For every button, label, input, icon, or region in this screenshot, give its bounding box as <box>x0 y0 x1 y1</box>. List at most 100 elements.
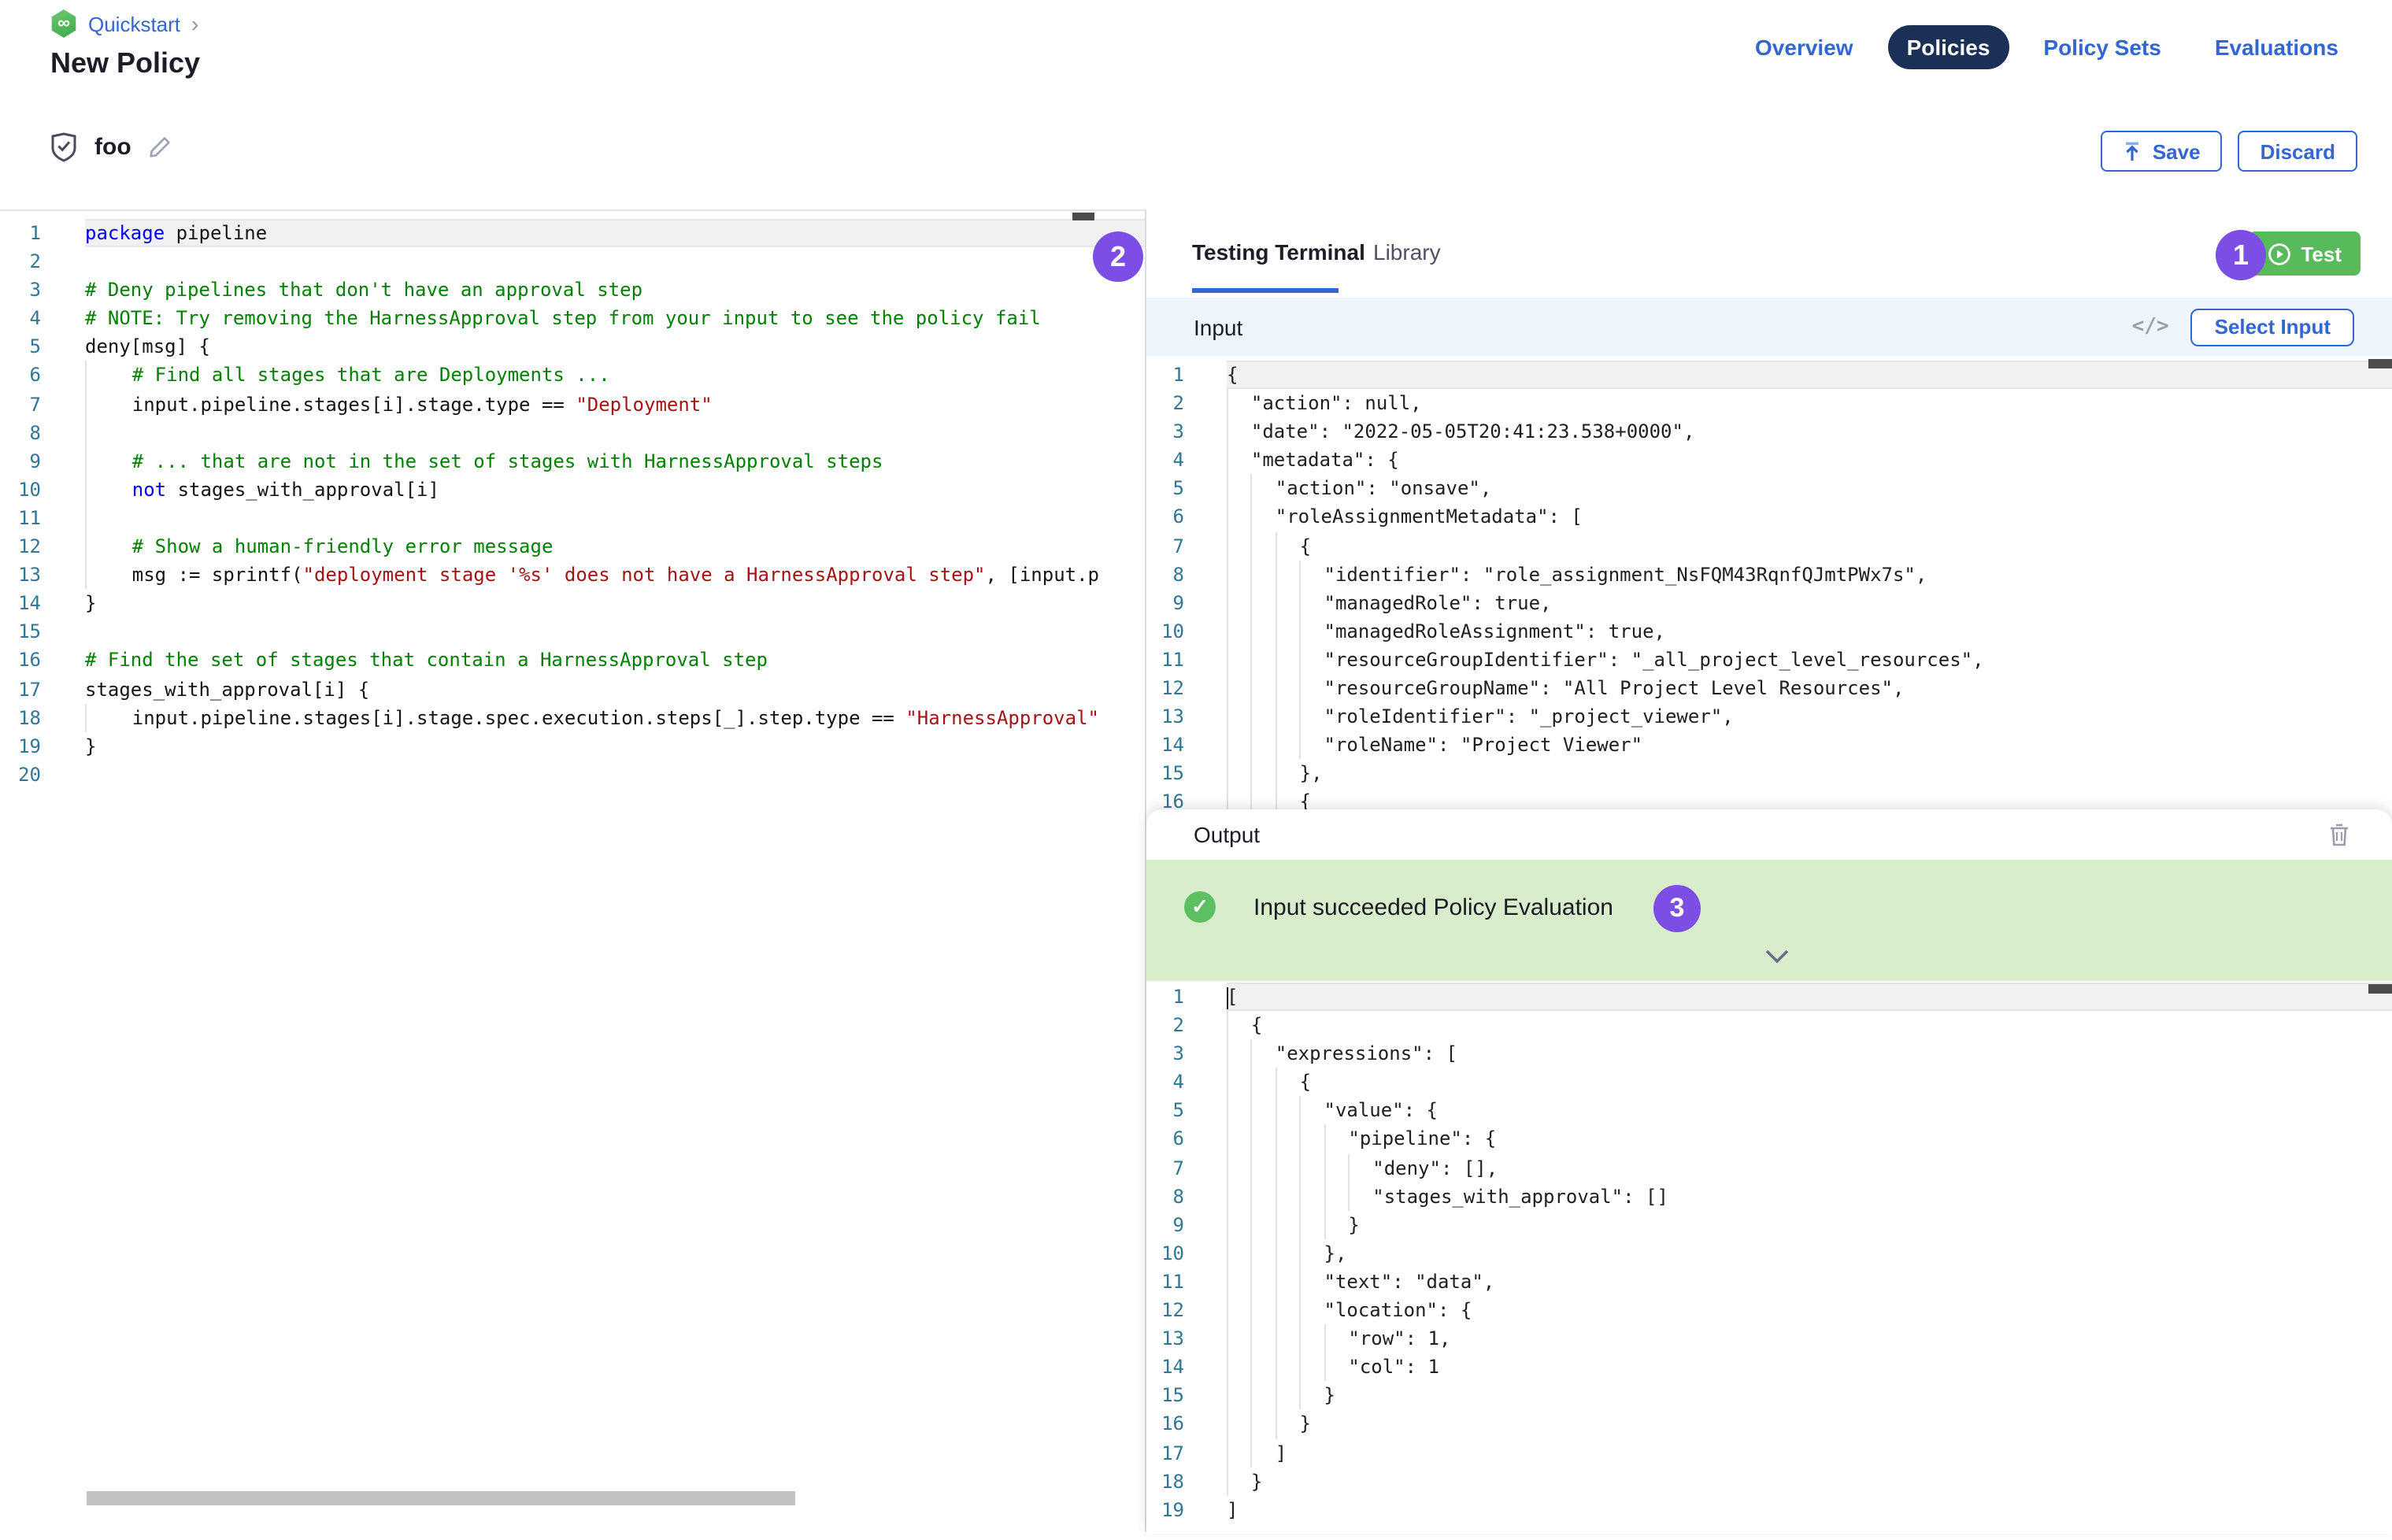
indent-guide <box>1324 1153 1349 1182</box>
upload-icon <box>2123 141 2142 161</box>
indent-guide <box>1227 1097 1251 1125</box>
indent-guide <box>1251 560 1276 588</box>
code-line: 5"value": { <box>1146 1097 2392 1125</box>
indent-guide <box>1251 674 1276 702</box>
indent-guide <box>1227 1353 1251 1381</box>
output-section-header: Output <box>1146 809 2392 860</box>
code-line: 10not stages_with_approval[i] <box>0 476 1145 504</box>
indent-guide <box>1227 1125 1251 1153</box>
nav-policy-sets[interactable]: Policy Sets <box>2024 25 2179 69</box>
edit-policy-name-icon[interactable] <box>149 135 172 159</box>
indent-guide <box>85 532 132 561</box>
indent-guide <box>1251 1353 1276 1381</box>
indent-guide <box>1227 389 1251 417</box>
indent-guide <box>1300 589 1324 617</box>
indent-guide <box>85 561 132 589</box>
indent-guide <box>1227 674 1251 702</box>
code-line: 20 <box>0 761 1145 789</box>
policy-code-editor[interactable]: 1package pipeline23# Deny pipelines that… <box>0 211 1145 1540</box>
save-button[interactable]: Save <box>2101 131 2223 172</box>
line-number: 7 <box>0 390 41 418</box>
horizontal-scrollbar[interactable] <box>87 1491 795 1505</box>
indent-guide <box>1251 1125 1276 1153</box>
line-number: 17 <box>1146 1438 1184 1467</box>
code-line: 7input.pipeline.stages[i].stage.type == … <box>0 390 1145 418</box>
indent-guide <box>1276 1068 1300 1097</box>
line-number: 15 <box>1146 760 1184 788</box>
indent-guide <box>1251 646 1276 674</box>
indent-guide <box>85 390 132 418</box>
code-line: 6"pipeline": { <box>1146 1125 2392 1153</box>
line-number: 12 <box>0 532 41 561</box>
indent-guide <box>1251 475 1276 503</box>
indent-guide <box>85 361 132 390</box>
step-badge-1: 1 <box>2216 230 2266 280</box>
discard-button[interactable]: Discard <box>2238 131 2357 172</box>
indent-guide <box>1300 560 1324 588</box>
indent-guide <box>1251 1039 1276 1068</box>
terminal-tabs-row: Testing Terminal Library <box>1146 209 2392 298</box>
indent-guide <box>1251 1382 1276 1410</box>
indent-guide <box>1227 1382 1251 1410</box>
play-icon <box>2268 242 2291 265</box>
policy-name: foo <box>94 134 131 161</box>
code-line: 15 <box>0 618 1145 646</box>
left-editor-scroll-thumb[interactable] <box>1072 213 1094 220</box>
indent-guide <box>1251 589 1276 617</box>
output-json-editor[interactable]: 1[2{3"expressions": [4{5"value": {6"pipe… <box>1146 981 2392 1534</box>
nav-evaluations[interactable]: Evaluations <box>2196 25 2357 69</box>
line-number: 1 <box>1146 983 1184 1011</box>
code-line: 3# Deny pipelines that don't have an app… <box>0 276 1145 304</box>
indent-guide <box>85 476 132 504</box>
line-number: 4 <box>1146 446 1184 475</box>
indent-guide <box>1300 702 1324 731</box>
indent-guide <box>1227 646 1251 674</box>
indent-guide <box>1276 1211 1300 1239</box>
nav-overview[interactable]: Overview <box>1736 25 1872 69</box>
code-line: 12"resourceGroupName": "All Project Leve… <box>1146 674 2392 702</box>
trash-icon[interactable] <box>2327 822 2351 847</box>
indent-guide <box>1227 1296 1251 1324</box>
indent-guide <box>1300 1239 1324 1268</box>
indent-guide <box>1227 1324 1251 1353</box>
indent-guide <box>1300 617 1324 646</box>
line-number: 8 <box>1146 1182 1184 1210</box>
line-number: 12 <box>1146 674 1184 702</box>
line-number: 4 <box>0 305 41 333</box>
harness-logo-icon: ∞ <box>50 9 77 38</box>
code-line: 8 <box>0 418 1145 446</box>
line-number: 5 <box>0 333 41 361</box>
indent-guide <box>1324 1211 1349 1239</box>
tab-library[interactable]: Library <box>1373 209 1441 293</box>
line-number: 14 <box>1146 731 1184 759</box>
select-input-button[interactable]: Select Input <box>2191 308 2354 346</box>
indent-guide <box>1276 1382 1300 1410</box>
indent-guide <box>1251 503 1276 531</box>
indent-guide <box>1324 1324 1349 1353</box>
tab-testing-terminal[interactable]: Testing Terminal <box>1192 209 1365 293</box>
output-editor-scroll-thumb[interactable] <box>2368 984 2392 994</box>
breadcrumb-chevron-icon: › <box>191 13 198 35</box>
line-number: 13 <box>1146 1324 1184 1353</box>
input-editor-scroll-thumb[interactable] <box>2368 359 2392 368</box>
code-line: 13msg := sprintf("deployment stage '%s' … <box>0 561 1145 589</box>
indent-guide <box>1227 1268 1251 1296</box>
indent-guide <box>1227 702 1251 731</box>
breadcrumb-project-link[interactable]: Quickstart <box>88 12 180 35</box>
collapse-chevron-icon[interactable] <box>1764 948 1790 965</box>
line-number: 8 <box>0 418 41 446</box>
indent-guide <box>1276 589 1300 617</box>
indent-guide <box>1276 1268 1300 1296</box>
nav-policies[interactable]: Policies <box>1888 25 2009 69</box>
policy-editor-page: ∞ Quickstart › New Policy Overview Polic… <box>0 0 2392 1532</box>
indent-guide <box>1300 674 1324 702</box>
line-number: 2 <box>1146 1011 1184 1039</box>
line-number: 18 <box>0 703 41 731</box>
code-view-icon[interactable]: </> <box>2132 315 2169 339</box>
input-json-editor[interactable]: 1{2"action": null,3"date": "2022-05-05T2… <box>1146 356 2392 814</box>
code-line: 8"stages_with_approval": [] <box>1146 1182 2392 1210</box>
indent-guide <box>1276 1239 1300 1268</box>
indent-guide <box>1227 1211 1251 1239</box>
line-number: 6 <box>1146 503 1184 531</box>
line-number: 16 <box>1146 1410 1184 1438</box>
